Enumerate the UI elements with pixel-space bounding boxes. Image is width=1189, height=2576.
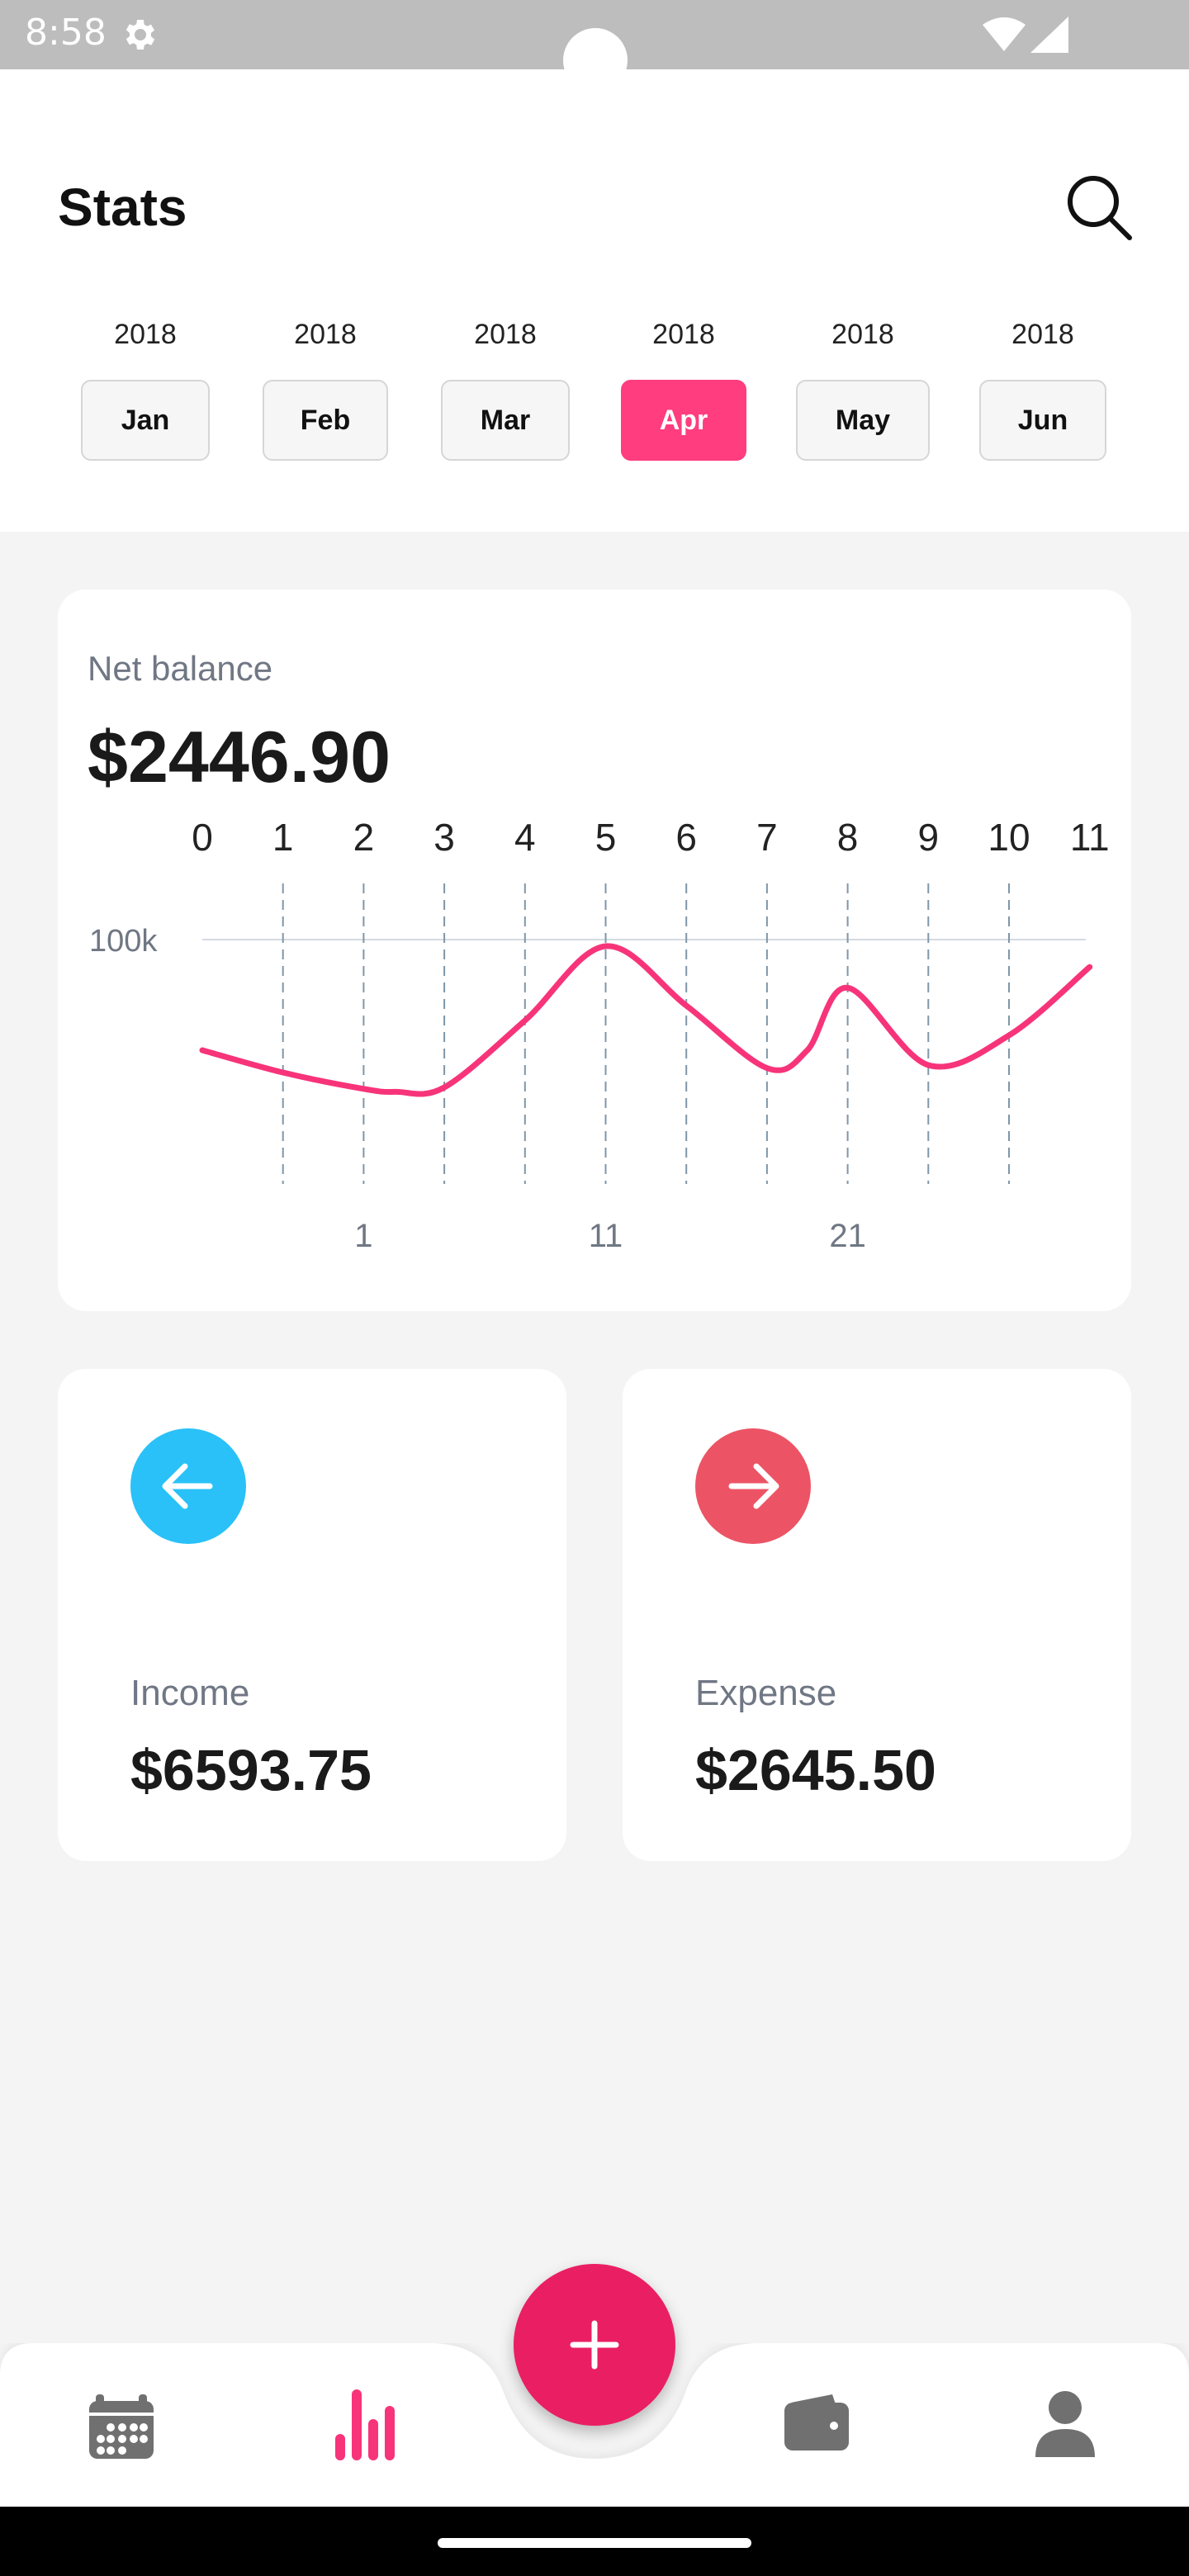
month-year: 2018 [652,319,715,350]
month-year: 2018 [474,319,537,350]
chart-top-tick-label: 9 [918,816,940,859]
expense-amount: $2645.50 [695,1738,936,1802]
calendar-icon[interactable] [89,2393,154,2459]
month-year: 2018 [831,319,894,350]
chart-top-tick-label: 5 [595,816,617,859]
month-selector: 2018 Jan 2018 Feb 2018 Mar 2018 Apr 2018… [0,314,1189,462]
add-transaction-button[interactable] [514,2264,675,2426]
chart-top-tick-label: 8 [837,816,859,859]
arrow-right-icon [728,1463,779,1509]
expense-card[interactable]: Expense $2645.50 [623,1369,1131,1861]
wallet-icon[interactable] [784,2394,849,2451]
chart-bottom-tick-label: 1 [354,1218,372,1254]
chart-top-tick-label: 11 [1070,816,1110,859]
chart-top-tick-label: 7 [756,816,778,859]
home-indicator[interactable] [438,2538,751,2548]
status-bar: 8:58 [0,0,1189,92]
person-icon[interactable] [1035,2391,1095,2457]
chart-top-tick-label: 3 [433,816,455,859]
bar-chart-icon[interactable] [335,2389,396,2460]
month-may[interactable]: 2018 May [796,314,930,461]
wifi-icon [983,17,1026,51]
chart-top-tick-label: 4 [514,816,536,859]
chart-bottom-tick-label: 21 [829,1218,866,1254]
chart-top-tick-label: 0 [192,816,213,859]
chart-series-line [199,943,1093,1097]
month-button[interactable]: Mar [441,380,570,461]
chart-top-tick-label: 1 [272,816,294,859]
month-mar[interactable]: 2018 Mar [441,314,570,461]
plus-icon [570,2320,619,2370]
chart-top-tick-label: 2 [353,816,375,859]
settings-gear-icon [126,20,155,50]
month-jun[interactable]: 2018 Jun [979,314,1106,461]
month-button[interactable]: Feb [263,380,388,461]
income-circle [130,1428,246,1544]
header-panel [0,69,1189,532]
system-navigation-bar [0,2507,1189,2576]
month-button[interactable]: Jan [81,380,210,461]
arrow-left-icon [162,1463,213,1509]
chart-top-tick-label: 6 [675,816,697,859]
month-button[interactable]: May [796,380,930,461]
expense-circle [695,1428,811,1544]
income-card[interactable]: Income $6593.75 [58,1369,566,1861]
month-button-active[interactable]: Apr [621,380,746,461]
income-amount: $6593.75 [130,1738,372,1802]
expense-label: Expense [695,1673,837,1713]
chart-bottom-tick-label: 11 [589,1218,623,1254]
chart-top-tick-label: 10 [988,816,1030,859]
net-balance-chart: 100k0 1 2 3 4 5 6 7 8 9 10 111 11 21 [89,816,1110,1254]
month-year: 2018 [114,319,177,350]
month-jan[interactable]: 2018 Jan [81,314,210,461]
page-title: Stats [58,178,187,237]
month-year: 2018 [294,319,357,350]
net-balance-card: Net balance $2446.90 100k 0 1 2 3 4 5 6 7 8 9 10 11 1… [58,590,1131,1311]
status-time: 8:58 [25,12,107,54]
income-label: Income [130,1673,250,1713]
month-apr[interactable]: 2018 Apr [621,314,746,461]
month-year: 2018 [1011,319,1074,350]
signal-icon [1030,17,1068,53]
month-feb[interactable]: 2018 Feb [263,314,388,461]
month-button[interactable]: Jun [979,380,1106,461]
search-icon[interactable] [1063,172,1133,241]
chart-reference-label: 100k [89,924,158,959]
